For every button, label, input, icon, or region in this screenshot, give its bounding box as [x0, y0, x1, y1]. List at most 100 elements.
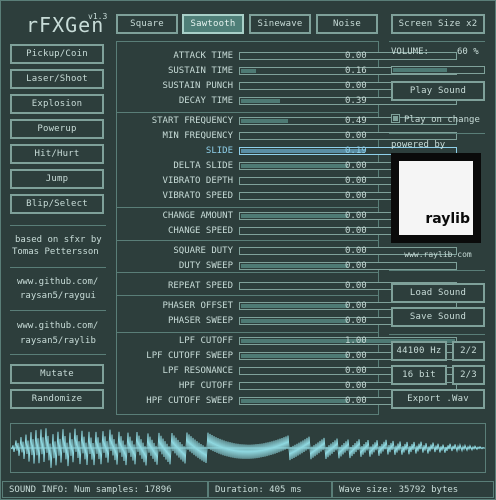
status-duration: Duration: 405 ms — [208, 481, 332, 498]
sample-rate-toggle-button[interactable]: 2/2 — [452, 341, 485, 361]
phaser-offset-label: PHASER OFFSET — [162, 301, 233, 311]
attack-time-label: ATTACK TIME — [173, 51, 233, 61]
sustain-punch-label: SUSTAIN PUNCH — [162, 81, 233, 91]
right-separator-file — [389, 270, 485, 271]
sustain-time-label: SUSTAIN TIME — [167, 66, 233, 76]
slide-label: SLIDE — [205, 146, 233, 156]
change-amount-value: 0.00 — [345, 211, 367, 221]
delta-slide-slider-fill — [241, 164, 348, 168]
preset-powerup-button[interactable]: Powerup — [10, 119, 104, 139]
attack-time-value: 0.00 — [345, 51, 367, 61]
raylib-logo[interactable]: raylib — [391, 153, 481, 243]
status-wave-size: Wave size: 35792 bytes — [332, 481, 494, 498]
preset-explosion-button[interactable]: Explosion — [10, 94, 104, 114]
change-speed-value: 0.00 — [345, 226, 367, 236]
phaser-sweep-label: PHASER SWEEP — [167, 316, 233, 326]
bit-depth-button[interactable]: 16 bit — [391, 365, 447, 385]
decay-time-value: 0.39 — [345, 96, 367, 106]
lpf-resonance-label: LPF RESONANCE — [162, 366, 233, 376]
vibrato-speed-label: VIBRATO SPEED — [162, 191, 233, 201]
right-separator-export — [389, 334, 485, 335]
raylib-link-line-1[interactable]: www.github.com/ — [17, 321, 98, 331]
phaser-offset-slider-fill — [241, 304, 348, 308]
preset-pickup-coin-button[interactable]: Pickup/Coin — [10, 44, 104, 64]
lpf-cutoff-sweep-value: 0.00 — [345, 351, 367, 361]
wave-square-button[interactable]: Square — [116, 14, 178, 34]
export-wav-button[interactable]: Export .Wav — [391, 389, 485, 409]
raygui-link-line-1[interactable]: www.github.com/ — [17, 277, 98, 287]
delta-slide-value: 0.00 — [345, 161, 367, 171]
group-separator-phaser — [117, 332, 378, 333]
repeat-speed-label: REPEAT SPEED — [167, 281, 233, 291]
mutate-button[interactable]: Mutate — [10, 364, 104, 384]
wave-sawtooth-button[interactable]: Sawtooth — [182, 14, 244, 34]
preset-laser-shoot-button[interactable]: Laser/Shoot — [10, 69, 104, 89]
group-separator-change — [117, 240, 378, 241]
lpf-resonance-value: 0.00 — [345, 366, 367, 376]
waveform-display[interactable] — [10, 423, 486, 473]
square-duty-value: 0.00 — [345, 246, 367, 256]
volume-value: 60 % — [457, 47, 479, 57]
volume-slider[interactable] — [391, 66, 485, 74]
sample-rate-button[interactable]: 44100 Hz — [391, 341, 447, 361]
raylib-logo-inner: raylib — [399, 161, 473, 235]
save-sound-button[interactable]: Save Sound — [391, 307, 485, 327]
play-sound-button[interactable]: Play Sound — [391, 81, 485, 101]
raylib-link-line-2[interactable]: raysan5/raylib — [20, 336, 96, 346]
min-frequency-label: MIN FREQUENCY — [162, 131, 233, 141]
hpf-cutoff-sweep-slider-fill — [241, 399, 348, 403]
status-sound-info: SOUND INFO: Num samples: 17896 — [2, 481, 208, 498]
raygui-link-line-2[interactable]: raysan5/raygui — [20, 291, 96, 301]
phaser-sweep-slider-fill — [241, 319, 348, 323]
start-frequency-label: START FREQUENCY — [151, 116, 233, 126]
powered-by-label: powered by — [391, 140, 446, 150]
load-sound-button[interactable]: Load Sound — [391, 283, 485, 303]
change-amount-label: CHANGE AMOUNT — [162, 211, 233, 221]
group-separator-duty — [117, 272, 378, 273]
change-amount-slider-fill — [241, 214, 348, 218]
start-frequency-value: 0.49 — [345, 116, 367, 126]
sustain-punch-value: 0.00 — [345, 81, 367, 91]
credits-separator-mid — [10, 267, 106, 268]
right-separator-top — [389, 41, 485, 42]
wave-sinewave-button[interactable]: Sinewave — [249, 14, 311, 34]
min-frequency-value: 0.00 — [345, 131, 367, 141]
phaser-sweep-value: 0.00 — [345, 316, 367, 326]
group-separator-repeat — [117, 295, 378, 296]
decay-time-slider-fill — [241, 99, 280, 103]
start-frequency-slider-fill — [241, 119, 288, 123]
play-on-change-checkbox[interactable] — [391, 114, 400, 123]
play-on-change-label[interactable]: Play on change — [404, 115, 480, 125]
sustain-time-slider-fill — [241, 69, 256, 73]
preset-blip-select-button[interactable]: Blip/Select — [10, 194, 104, 214]
lpf-cutoff-sweep-label: LPF CUTOFF SWEEP — [146, 351, 233, 361]
wave-noise-button[interactable]: Noise — [316, 14, 378, 34]
raylib-url-link[interactable]: www.raylib.com — [391, 250, 485, 259]
bit-depth-toggle-button[interactable]: 2/3 — [452, 365, 485, 385]
randomize-button[interactable]: Randomize — [10, 389, 104, 409]
square-duty-label: SQUARE DUTY — [173, 246, 233, 256]
phaser-offset-value: 0.00 — [345, 301, 367, 311]
delta-slide-label: DELTA SLIDE — [173, 161, 233, 171]
group-separator-envelope — [117, 112, 378, 113]
change-speed-label: CHANGE SPEED — [167, 226, 233, 236]
duty-sweep-label: DUTY SWEEP — [178, 261, 233, 271]
credits-separator-mid2 — [10, 310, 106, 311]
sustain-time-value: 0.16 — [345, 66, 367, 76]
screen-size-button[interactable]: Screen Size x2 — [391, 14, 485, 34]
preset-hit-hurt-button[interactable]: Hit/Hurt — [10, 144, 104, 164]
lpf-cutoff-label: LPF CUTOFF — [178, 336, 233, 346]
group-separator-frequency — [117, 207, 378, 208]
preset-jump-button[interactable]: Jump — [10, 169, 104, 189]
raylib-logo-text: raylib — [425, 211, 470, 227]
lpf-cutoff-sweep-slider-fill — [241, 354, 348, 358]
volume-slider-fill — [393, 68, 447, 72]
credits-separator-top — [10, 225, 106, 226]
volume-label: VOLUME: — [391, 47, 429, 57]
hpf-cutoff-label: HPF CUTOFF — [178, 381, 233, 391]
parameters-panel: ATTACK TIME 0.00 SUSTAIN TIME 0.16 SUSTAIN P… — [116, 41, 457, 415]
credits-line-2: Tomas Pettersson — [12, 247, 99, 257]
vibrato-depth-value: 0.00 — [345, 176, 367, 186]
waveform-graph — [11, 428, 485, 468]
hpf-cutoff-sweep-value: 0.00 — [345, 396, 367, 406]
